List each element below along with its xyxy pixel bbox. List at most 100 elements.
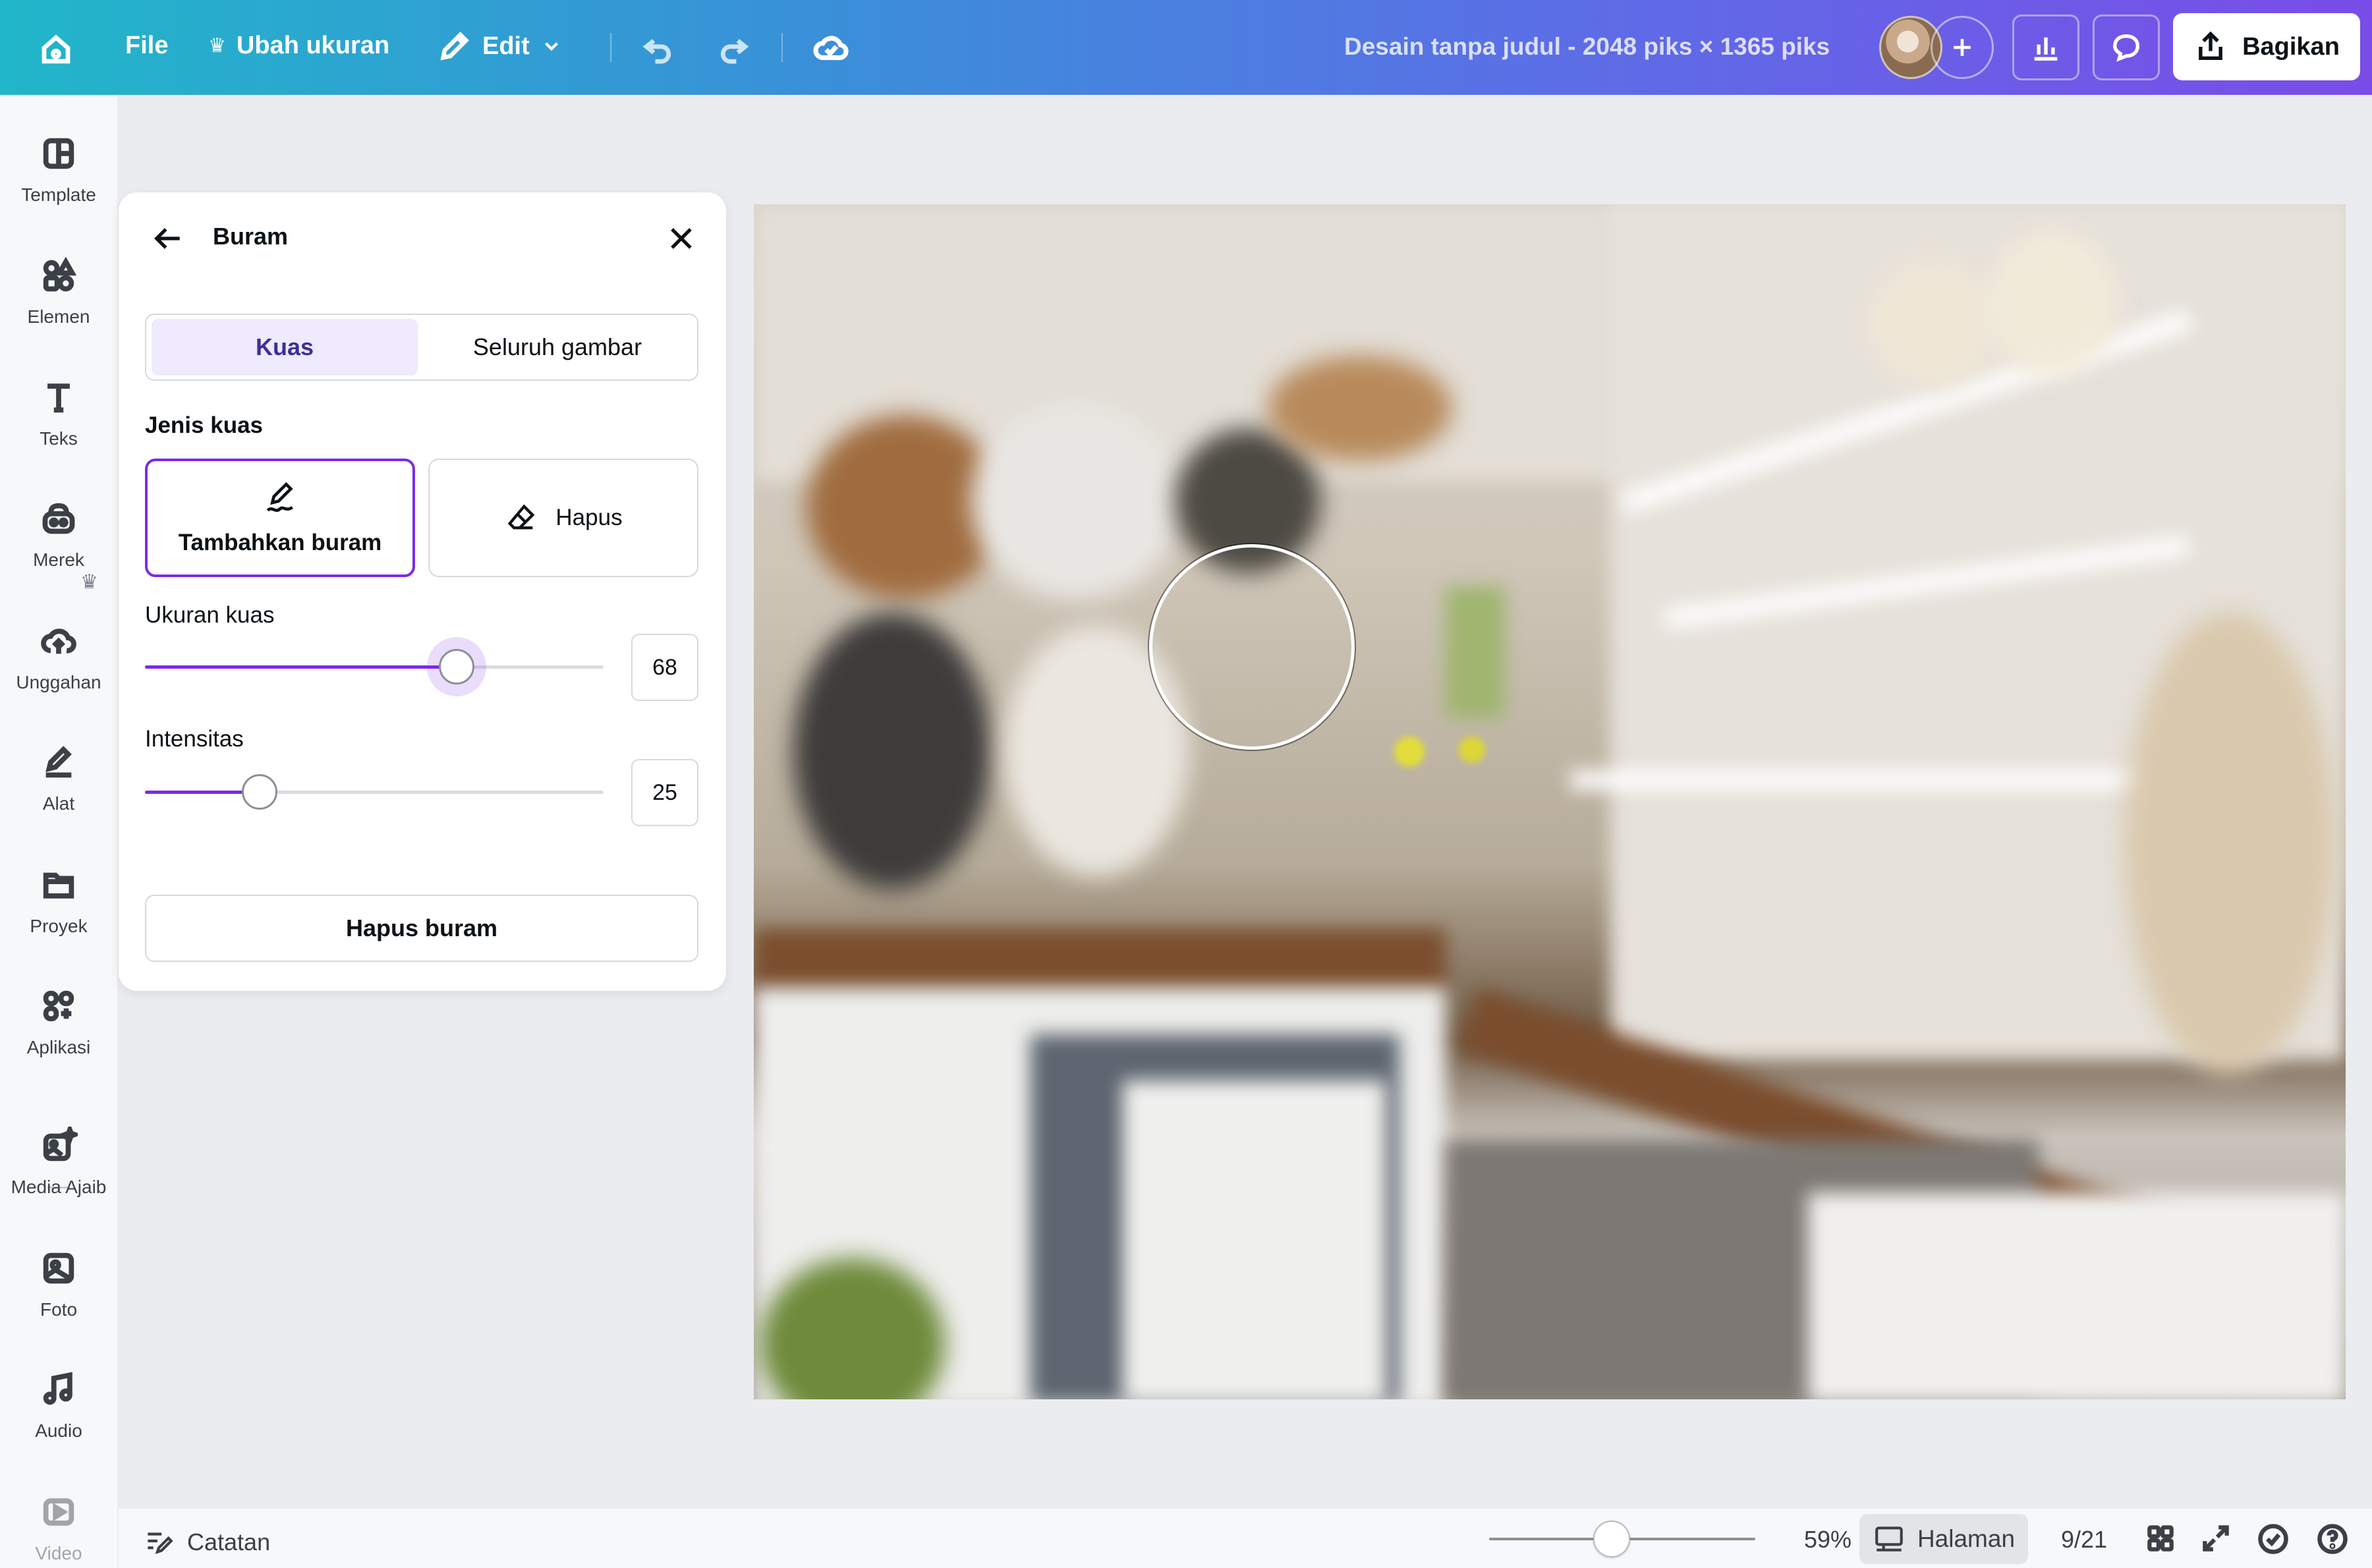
sidebar-item-label: Teks (40, 428, 78, 449)
audio-icon (43, 1372, 72, 1405)
folder-icon (43, 872, 74, 899)
sidebar-item-template[interactable]: Template (0, 134, 117, 206)
brush-pen-icon (266, 482, 294, 512)
check-circle-icon (2258, 1524, 2288, 1554)
divider (610, 33, 611, 62)
comment-icon (2112, 34, 2140, 62)
sidebar-item-label: Unggahan (16, 672, 101, 692)
close-button[interactable] (663, 220, 700, 260)
tab-whole-image[interactable]: Seluruh gambar (422, 319, 693, 376)
sidebar-item-label: Video (35, 1543, 82, 1563)
draw-icon (45, 746, 72, 778)
elements-icon (43, 256, 77, 292)
sidebar-item-apps[interactable]: Aplikasi (0, 987, 117, 1058)
sidebar-item-elements[interactable]: Elemen (0, 256, 117, 327)
cloud-check-icon (813, 36, 849, 61)
brush-cursor (1149, 544, 1355, 750)
file-menu-label: File (125, 32, 169, 59)
document-title[interactable]: Desain tanpa judul - 2048 piks × 1365 pi… (1344, 33, 1830, 61)
photo-lamp (1268, 356, 1452, 461)
photo-icon (43, 1252, 74, 1284)
pages-icon (1875, 1526, 1903, 1552)
intensity-input[interactable]: 25 (631, 759, 698, 826)
sidebar-item-draw[interactable]: Alat (0, 743, 117, 814)
save-status-button[interactable] (812, 29, 850, 67)
photo-vase (1867, 257, 1999, 389)
crown-icon: ♛ (208, 35, 226, 57)
brand-icon (42, 503, 75, 534)
brush-size-slider[interactable] (145, 665, 604, 669)
sidebar-item-label: Alat (42, 793, 75, 814)
edit-menu-button[interactable]: Edit (438, 29, 563, 63)
resize-button[interactable]: ♛ Ubah ukuran (208, 32, 389, 60)
redo-button[interactable] (716, 30, 751, 66)
zoom-value[interactable]: 59% (1804, 1526, 1851, 1554)
zoom-slider-thumb[interactable] (1593, 1521, 1630, 1557)
undo-icon (642, 39, 671, 64)
design-canvas[interactable] (754, 204, 2346, 1399)
sidebar-item-label: Media Ajaib (11, 1177, 107, 1197)
share-label: Bagikan (2242, 32, 2340, 61)
photo-light (1394, 737, 1425, 767)
file-menu-button[interactable]: File (125, 32, 168, 60)
brush-size-slider-thumb[interactable] (439, 649, 475, 685)
bottom-bar: Catatan 59% Halaman 9/21 (119, 1509, 2372, 1568)
undo-button[interactable] (640, 30, 676, 66)
intensity-slider-thumb[interactable] (242, 774, 277, 810)
brush-size-input[interactable]: 68 (631, 634, 698, 701)
sidebar-item-label: Elemen (27, 306, 90, 327)
sidebar-item-text[interactable]: Teks (0, 378, 117, 449)
sidebar-item-uploads[interactable]: Unggahan (0, 622, 117, 693)
photo-counter-front (1808, 1192, 2346, 1399)
plus-icon (1954, 39, 1971, 56)
comments-button[interactable] (2093, 14, 2160, 80)
fullscreen-button[interactable] (2199, 1522, 2232, 1558)
add-blur-brush-button[interactable]: Tambahkan buram (145, 459, 415, 577)
help-button[interactable] (2315, 1522, 2350, 1559)
notes-icon (148, 1532, 173, 1554)
eraser-icon (508, 504, 535, 530)
sidebar-item-video[interactable]: Video (0, 1493, 117, 1564)
sidebar-item-label: Aplikasi (26, 1037, 91, 1057)
home-button[interactable] (38, 32, 74, 67)
photo-window (1446, 586, 1505, 718)
clear-blur-button[interactable]: Hapus buram (145, 895, 698, 962)
sidebar-item-label: Foto (40, 1299, 78, 1320)
share-upload-icon (2199, 31, 2222, 61)
top-bar: File ♛ Ubah ukuran Edit Desain tanpa jud… (0, 0, 2372, 95)
home-icon (42, 34, 71, 64)
photo-counter (754, 929, 1446, 988)
magic-media-icon (43, 1127, 78, 1162)
invite-button[interactable] (1931, 16, 1994, 79)
sidebar-item-photos[interactable]: Foto (0, 1249, 117, 1320)
tab-brush[interactable]: Kuas (152, 319, 418, 376)
divider (781, 33, 783, 62)
sidebar-item-brand[interactable]: Merek (0, 499, 117, 571)
sidebar-item-audio[interactable]: Audio (0, 1370, 117, 1442)
add-blur-label: Tambahkan buram (178, 530, 382, 555)
arrow-left-icon (154, 228, 180, 249)
brush-type-label: Jenis kuas (145, 412, 263, 438)
grid-view-button[interactable] (2144, 1522, 2177, 1558)
photo-hat (971, 402, 1182, 600)
intensity-slider[interactable] (145, 791, 604, 794)
photo-light (1459, 737, 1485, 763)
back-button[interactable] (149, 220, 186, 260)
video-icon (43, 1498, 74, 1526)
photo-bag (793, 613, 991, 889)
pages-button[interactable]: Halaman (1859, 1514, 2028, 1564)
share-button[interactable]: Bagikan (2173, 13, 2360, 80)
sidebar-item-projects[interactable]: Proyek (0, 866, 117, 937)
notes-button[interactable]: Catatan (142, 1526, 270, 1559)
bar-chart-icon (2034, 37, 2058, 61)
notes-label: Catatan (187, 1528, 271, 1555)
insights-button[interactable] (2012, 14, 2079, 80)
erase-brush-button[interactable]: Hapus (428, 459, 698, 577)
sidebar-item-label: Merek (33, 549, 84, 570)
upload-icon (41, 629, 76, 654)
chevron-down-icon (544, 42, 558, 51)
sidebar-item-label: Proyek (30, 916, 88, 936)
resize-label: Ubah ukuran (236, 32, 390, 59)
check-button[interactable] (2256, 1522, 2290, 1559)
sidebar-item-magic-media[interactable]: Media Ajaib (0, 1127, 117, 1198)
